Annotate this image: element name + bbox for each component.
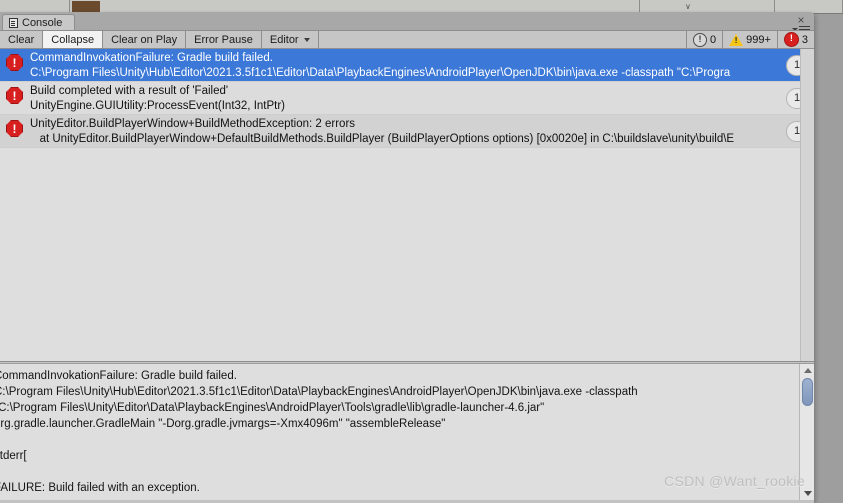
- log-entry-row[interactable]: UnityEditor.BuildPlayerWindow+BuildMetho…: [0, 115, 814, 148]
- console-icon: [9, 17, 18, 28]
- chevron-down-icon: [303, 37, 310, 42]
- info-counter[interactable]: 0: [686, 31, 724, 48]
- tab-console-label: Console: [22, 16, 63, 29]
- log-entry-line-1: CommandInvokationFailure: Gradle build f…: [30, 52, 273, 64]
- error-count: 3: [801, 33, 808, 46]
- error-counter[interactable]: 3: [777, 31, 814, 48]
- log-entry-row[interactable]: Build completed with a result of 'Failed…: [0, 82, 814, 115]
- error-pause-button[interactable]: Error Pause: [186, 31, 262, 48]
- log-entry-line-1: UnityEditor.BuildPlayerWindow+BuildMetho…: [30, 118, 356, 130]
- editor-dropdown-label: Editor: [269, 33, 299, 46]
- log-detail-panel[interactable]: CommandInvokationFailure: Gradle build f…: [0, 364, 814, 500]
- info-icon: [692, 32, 707, 47]
- console-log-list[interactable]: CommandInvokationFailure: Gradle build f…: [0, 49, 814, 361]
- log-entry-line-2: UnityEngine.GUIUtility:ProcessEvent(Int3…: [30, 100, 286, 112]
- log-detail-text: CommandInvokationFailure: Gradle build f…: [0, 370, 638, 494]
- scroll-up-icon[interactable]: [804, 368, 812, 373]
- scrollbar-thumb[interactable]: [802, 378, 813, 406]
- info-count: 0: [709, 33, 717, 46]
- error-icon: [6, 87, 23, 104]
- error-icon: [6, 120, 23, 137]
- desktop-background-right: [814, 0, 843, 503]
- warning-count: 999+: [746, 33, 771, 46]
- toolbar-spacer: [318, 31, 686, 48]
- collapse-button[interactable]: Collapse: [43, 31, 104, 48]
- scroll-down-icon[interactable]: [804, 491, 812, 496]
- log-entry-line-1: Build completed with a result of 'Failed…: [30, 85, 229, 97]
- log-entry-line-2: C:\Program Files\Unity\Hub\Editor\2021.3…: [30, 67, 731, 79]
- console-window: Console × Clear Collapse Clear on Play E…: [0, 12, 814, 503]
- background-color-swatch: [72, 1, 100, 12]
- error-icon: [783, 32, 799, 47]
- console-toolbar: Clear Collapse Clear on Play Error Pause…: [0, 30, 814, 49]
- close-icon[interactable]: ×: [794, 13, 808, 27]
- window-tab-row: Console ×: [0, 12, 814, 33]
- log-counters: 0 999+ 3: [685, 31, 814, 48]
- warning-icon: [729, 33, 744, 46]
- error-icon: [6, 54, 23, 71]
- clear-button[interactable]: Clear: [0, 31, 44, 48]
- log-list-scrollbar[interactable]: [800, 49, 814, 361]
- tab-console[interactable]: Console: [2, 14, 76, 30]
- log-entry-line-2: at UnityEditor.BuildPlayerWindow+Default…: [30, 133, 735, 145]
- log-entry-row[interactable]: CommandInvokationFailure: Gradle build f…: [0, 49, 814, 82]
- detail-scrollbar[interactable]: [799, 364, 814, 500]
- clear-on-play-button[interactable]: Clear on Play: [103, 31, 187, 48]
- editor-dropdown[interactable]: Editor: [261, 31, 319, 48]
- warning-counter[interactable]: 999+: [723, 31, 778, 48]
